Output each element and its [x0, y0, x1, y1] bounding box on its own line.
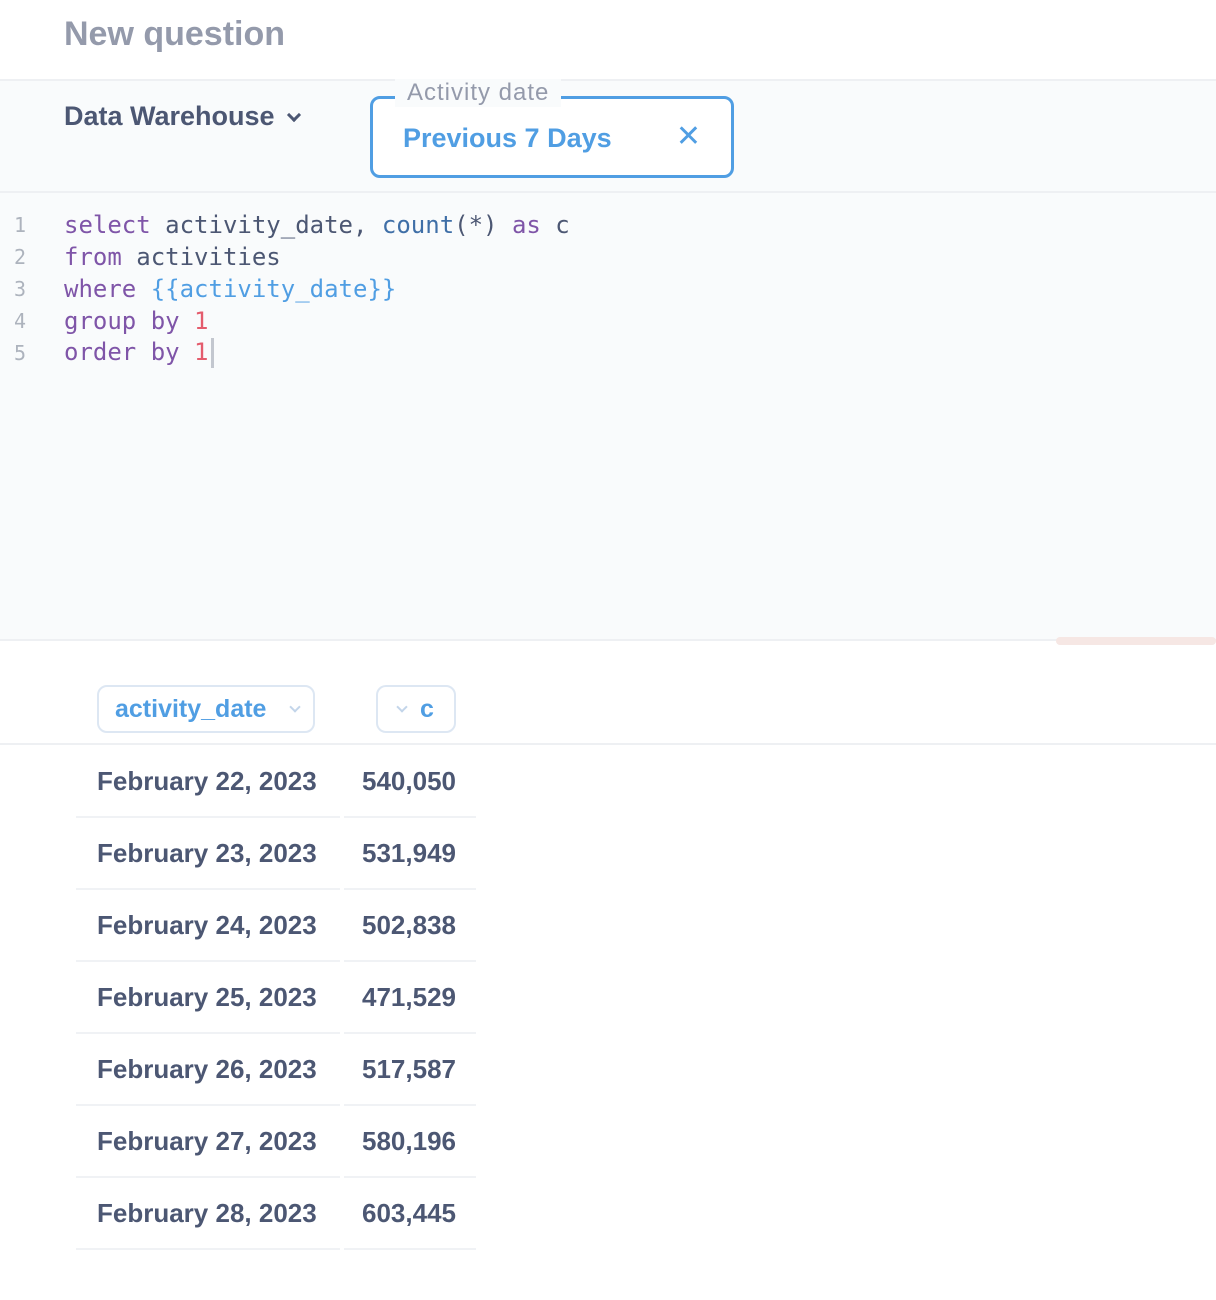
filter-value: Previous 7 Days	[403, 123, 612, 153]
page-title: New question	[64, 15, 286, 53]
database-name: Data Warehouse	[64, 101, 275, 131]
table-row: February 26, 2023 517,587	[76, 1034, 476, 1106]
text-cursor	[210, 338, 214, 368]
code-text: group by 1	[64, 307, 209, 335]
cell-activity-date: February 27, 2023	[76, 1106, 340, 1178]
table-row: February 28, 2023 603,445	[76, 1178, 476, 1250]
line-number: 2	[14, 245, 27, 269]
column-header-activity-date[interactable]: activity_date	[97, 685, 315, 733]
code-text: where {{activity_date}}	[64, 275, 396, 303]
code-token: {{activity_date}}	[150, 275, 397, 303]
cell-activity-date: February 22, 2023	[76, 746, 340, 818]
activity-date-filter[interactable]: Activity date Previous 7 Days ✕	[370, 79, 734, 178]
cell-c: 531,949	[344, 818, 476, 890]
column-header-c[interactable]: c	[376, 685, 456, 733]
close-icon[interactable]: ✕	[676, 119, 701, 154]
cell-activity-date: February 23, 2023	[76, 818, 340, 890]
code-text: from activities	[64, 243, 281, 271]
cell-c: 540,050	[344, 746, 476, 818]
code-token: 1	[194, 338, 209, 366]
code-token: group by	[64, 307, 180, 335]
table-row: February 22, 2023 540,050	[76, 746, 476, 818]
code-line[interactable]: 4 group by 1	[0, 305, 1216, 337]
code-line[interactable]: 1 select activity_date, count(*) as c	[0, 209, 1216, 241]
chevron-down-icon	[289, 701, 301, 713]
table-row: February 25, 2023 471,529	[76, 962, 476, 1034]
cell-c: 502,838	[344, 890, 476, 962]
code-token: activities	[121, 243, 281, 271]
filter-label: Activity date	[395, 79, 562, 107]
code-token: count	[381, 211, 455, 239]
sql-editor[interactable]: 1 select activity_date, count(*) as c 2 fro…	[0, 193, 1216, 645]
cell-activity-date: February 25, 2023	[76, 962, 340, 1034]
results-table: activity_date c February 22, 2023 540,050…	[0, 641, 1216, 1298]
line-number: 1	[14, 213, 27, 237]
code-token: activity_date,	[150, 211, 382, 239]
table-row: February 24, 2023 502,838	[76, 890, 476, 962]
page-header: New question	[0, 0, 1216, 81]
cell-c: 580,196	[344, 1106, 476, 1178]
line-number: 4	[14, 309, 27, 333]
line-number: 3	[14, 277, 27, 301]
code-text: select activity_date, count(*) as c	[64, 211, 570, 239]
code-line[interactable]: 2 from activities	[0, 241, 1216, 273]
cell-c: 471,529	[344, 962, 476, 1034]
table-row: February 27, 2023 580,196	[76, 1106, 476, 1178]
code-token: as	[511, 211, 541, 239]
code-line[interactable]: 5 order by 1	[0, 337, 1216, 369]
cell-c: 517,587	[344, 1034, 476, 1106]
code-token: 1	[194, 307, 209, 335]
parameter-bar: Data Warehouse Activity date Previous 7 …	[0, 79, 1216, 193]
cell-activity-date: February 28, 2023	[76, 1178, 340, 1250]
cell-activity-date: February 26, 2023	[76, 1034, 340, 1106]
code-text: order by 1	[64, 338, 214, 368]
chevron-down-icon	[286, 107, 301, 122]
line-number: 5	[14, 341, 27, 365]
column-header-label: c	[420, 694, 434, 723]
table-row: February 23, 2023 531,949	[76, 818, 476, 890]
column-header-label: activity_date	[115, 694, 267, 723]
code-token: from	[64, 243, 122, 271]
code-lines: 1 select activity_date, count(*) as c 2 fro…	[0, 209, 1216, 369]
code-line[interactable]: 3 where {{activity_date}}	[0, 273, 1216, 305]
code-token: order by	[64, 338, 180, 366]
cell-c: 603,445	[344, 1178, 476, 1250]
code-token: where	[64, 275, 137, 303]
chevron-down-icon	[396, 701, 408, 713]
code-token: c	[540, 211, 570, 239]
database-picker[interactable]: Data Warehouse	[64, 101, 301, 132]
code-token: select	[64, 211, 151, 239]
table-header: activity_date c	[0, 641, 1216, 745]
code-token: (*)	[454, 211, 512, 239]
cell-activity-date: February 24, 2023	[76, 890, 340, 962]
